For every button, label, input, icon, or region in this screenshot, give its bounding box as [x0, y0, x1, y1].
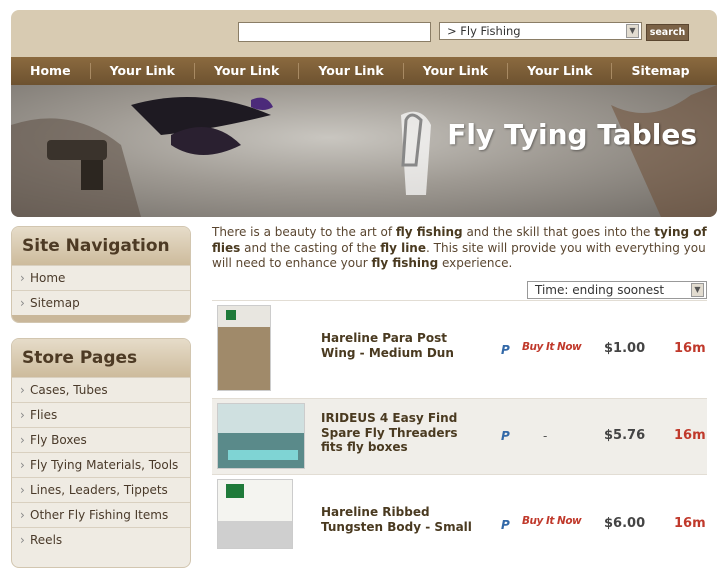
- store-pages-heading: Store Pages: [12, 339, 190, 377]
- listing-title[interactable]: IRIDEUS 4 Easy Find Spare Fly Threaders …: [321, 411, 481, 455]
- sidebar-item-flies[interactable]: Flies: [12, 402, 190, 427]
- listing-row[interactable]: IRIDEUS 4 Easy Find Spare Fly Threaders …: [212, 398, 707, 474]
- listing-title[interactable]: Hareline Ribbed Tungsten Body - Small: [321, 505, 481, 534]
- listing-thumbnail[interactable]: [217, 479, 293, 549]
- nav-your-link[interactable]: Your Link: [508, 63, 613, 79]
- sidebar-item-lines-leaders[interactable]: Lines, Leaders, Tippets: [12, 477, 190, 502]
- buy-it-now-empty: -: [543, 429, 548, 443]
- listing-thumbnail[interactable]: [217, 305, 271, 391]
- sort-selected-value: Time: ending soonest: [535, 283, 665, 297]
- search-input[interactable]: [238, 22, 431, 42]
- brand-logo-icon: [226, 310, 236, 320]
- nav-your-link[interactable]: Your Link: [404, 63, 509, 79]
- listing-row[interactable]: Hareline Ribbed Tungsten Body - Small P …: [212, 474, 707, 554]
- store-pages-box: Store Pages Cases, Tubes Flies Fly Boxes…: [11, 338, 191, 568]
- intro-text: and the skill that goes into the: [462, 225, 655, 239]
- listing-time-left: 16m: [674, 428, 706, 443]
- nav-your-link[interactable]: Your Link: [91, 63, 195, 79]
- sidebar-item-fly-tying-materials[interactable]: Fly Tying Materials, Tools: [12, 452, 190, 477]
- sidebar-footer: [12, 315, 190, 322]
- sort-select[interactable]: Time: ending soonest ▼: [527, 281, 707, 299]
- intro-emphasis: fly line: [380, 240, 426, 255]
- intro-text: There is a beauty to the art of: [212, 225, 396, 239]
- paypal-icon: P: [501, 343, 510, 357]
- listing-time-left: 16m: [674, 341, 706, 356]
- banner-fly-vise-image: [11, 85, 717, 217]
- intro-paragraph: There is a beauty to the art of fly fish…: [212, 225, 709, 272]
- intro-emphasis: fly fishing: [371, 256, 439, 270]
- intro-text: and the casting of the: [240, 240, 381, 255]
- intro-text: experience.: [438, 256, 513, 270]
- brand-logo-icon: [226, 484, 244, 498]
- main-navigation: Home Your Link Your Link Your Link Your …: [11, 57, 717, 85]
- search-button[interactable]: search: [646, 24, 689, 41]
- nav-your-link[interactable]: Your Link: [299, 63, 404, 79]
- intro-emphasis: fly fishing: [395, 225, 463, 239]
- listing-row[interactable]: Hareline Para Post Wing - Medium Dun P B…: [212, 300, 707, 398]
- site-navigation-heading: Site Navigation: [12, 227, 190, 265]
- listing-thumbnail[interactable]: [217, 403, 305, 469]
- sidebar-item-reels[interactable]: Reels: [12, 527, 190, 552]
- nav-sitemap[interactable]: Sitemap: [612, 63, 708, 79]
- dropdown-arrow-icon: ▼: [691, 283, 704, 297]
- category-select[interactable]: > Fly Fishing ▼: [439, 22, 642, 40]
- nav-your-link[interactable]: Your Link: [195, 63, 300, 79]
- listing-price: $1.00: [604, 341, 646, 356]
- listing-price: $6.00: [604, 516, 646, 531]
- listing-price: $5.76: [604, 428, 646, 443]
- paypal-icon: P: [501, 518, 510, 532]
- banner-title: Fly Tying Tables: [447, 118, 697, 151]
- dropdown-arrow-icon: ▼: [626, 24, 639, 38]
- buy-it-now-badge: Buy It Now: [522, 515, 582, 527]
- sidebar-item-home[interactable]: Home: [12, 265, 190, 290]
- paypal-icon: P: [501, 429, 510, 443]
- listing-time-left: 16m: [674, 516, 706, 531]
- hero-banner: Fly Tying Tables: [11, 85, 717, 217]
- threader-image: [228, 450, 298, 460]
- nav-home[interactable]: Home: [11, 63, 91, 79]
- listing-title[interactable]: Hareline Para Post Wing - Medium Dun: [321, 331, 481, 360]
- sidebar-item-other-items[interactable]: Other Fly Fishing Items: [12, 502, 190, 527]
- buy-it-now-badge: Buy It Now: [522, 341, 582, 353]
- sidebar-item-cases-tubes[interactable]: Cases, Tubes: [12, 377, 190, 402]
- sidebar-item-sitemap[interactable]: Sitemap: [12, 290, 190, 315]
- sidebar-item-fly-boxes[interactable]: Fly Boxes: [12, 427, 190, 452]
- site-navigation-box: Site Navigation Home Sitemap: [11, 226, 191, 323]
- category-selected-value: > Fly Fishing: [447, 24, 521, 38]
